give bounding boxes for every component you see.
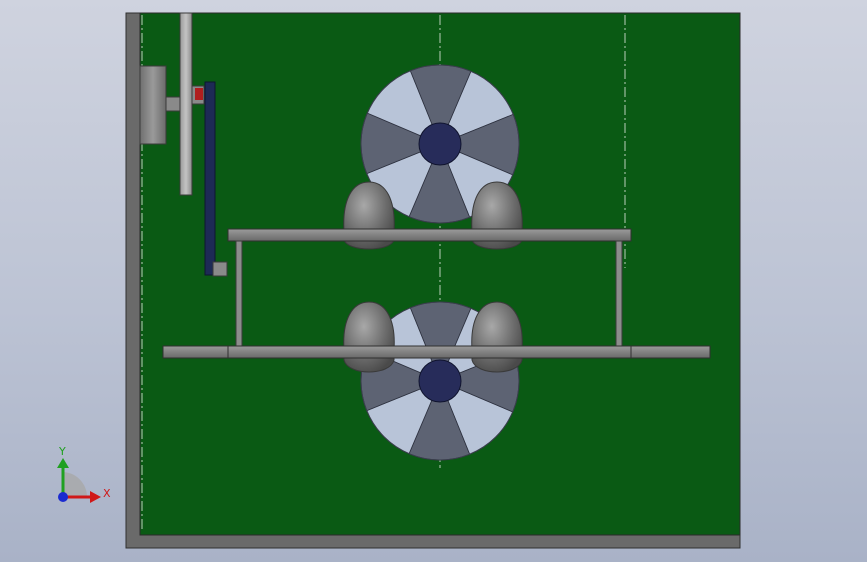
roller-lower-right [471,301,523,373]
side-rail-left [235,240,243,348]
side-rail-right [615,240,623,348]
axle-right [630,345,711,359]
motor-shaft [165,96,181,112]
bottom-crossbar [227,345,632,359]
x-axis-label: X [103,487,111,500]
belt-strap [204,81,216,276]
z-axis-dot [58,492,68,502]
pulley-disc [179,12,193,196]
roller-lower-left [343,301,395,373]
belt-bracket [212,261,228,277]
drive-bolt [195,88,203,100]
coordinate-triad: Y X [57,445,111,503]
impeller-hub [418,359,462,403]
y-axis-label: Y [58,445,66,458]
motor-body [139,65,167,145]
x-axis-arrow [90,491,101,503]
y-axis-arrow [57,458,69,468]
impeller-hub [418,122,462,166]
lower-axle-assembly[interactable] [162,345,711,359]
top-crossbar [227,228,632,242]
graphics-viewport[interactable]: Y X [0,0,867,562]
axle-left [162,345,230,359]
